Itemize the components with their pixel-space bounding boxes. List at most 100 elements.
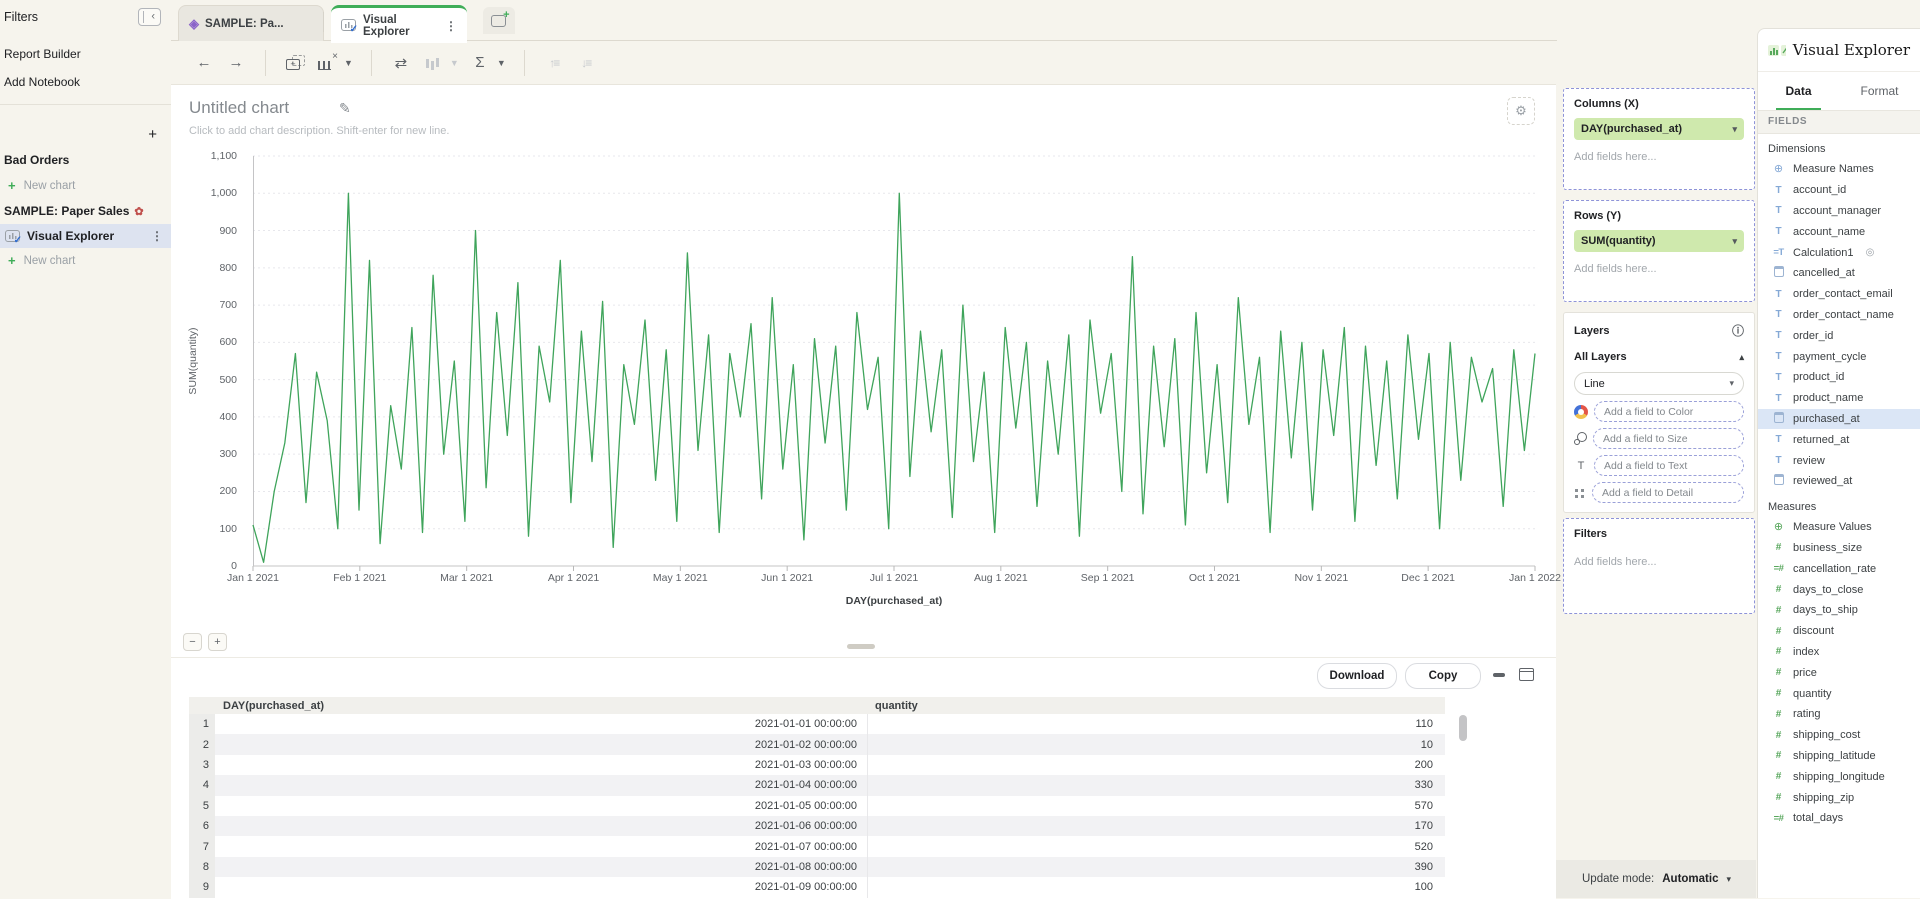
rows-shelf[interactable]: Rows (Y) SUM(quantity) ▾ Add fields here… <box>1563 200 1755 302</box>
dimension-field-item[interactable]: order_id <box>1758 325 1920 346</box>
measure-field-item[interactable]: discount <box>1758 621 1920 642</box>
edit-title-icon[interactable]: ✎ <box>339 100 351 117</box>
add-field-to-size[interactable]: Add a field to Size <box>1593 428 1744 449</box>
dimension-field-item[interactable]: account_id <box>1758 180 1920 201</box>
zoom-in-button[interactable]: + <box>208 633 227 651</box>
measure-field-item[interactable]: shipping_zip <box>1758 787 1920 808</box>
filters-shelf[interactable]: Filters Add fields here... <box>1563 518 1755 614</box>
chart-title[interactable]: Untitled chart <box>189 98 289 118</box>
dimension-field-item[interactable]: account_manager <box>1758 201 1920 222</box>
size-target-row: Add a field to Size <box>1574 428 1744 449</box>
back-icon[interactable]: ← <box>193 52 215 74</box>
measure-field-item[interactable]: days_to_ship <box>1758 600 1920 621</box>
sidebar-new-chart-button[interactable]: + New chart <box>0 173 171 198</box>
measure-field-item[interactable]: days_to_close <box>1758 579 1920 600</box>
add-field-to-detail[interactable]: Add a field to Detail <box>1592 482 1744 503</box>
chevron-down-icon[interactable]: ▼ <box>497 58 506 68</box>
collapse-sidebar-icon[interactable] <box>138 8 161 26</box>
dimension-field-item[interactable]: account_name <box>1758 221 1920 242</box>
sidebar-item-visual-explorer[interactable]: Visual Explorer ⋮ <box>0 224 171 248</box>
kebab-menu-icon[interactable]: ⋮ <box>445 19 457 33</box>
measures-label: Measures <box>1758 492 1920 517</box>
columns-field-pill[interactable]: DAY(purchased_at) ▾ <box>1574 118 1744 140</box>
measure-field-item[interactable]: total_days <box>1758 808 1920 829</box>
text-icon <box>1771 205 1786 216</box>
info-icon[interactable]: ⓘ <box>1732 322 1744 339</box>
sidebar-item-report-builder[interactable]: Report Builder <box>0 40 171 68</box>
add-field-to-color[interactable]: Add a field to Color <box>1594 401 1744 422</box>
measure-field-item[interactable]: price <box>1758 662 1920 683</box>
sidebar-new-chart-button-2[interactable]: + New chart <box>0 248 171 273</box>
zoom-out-button[interactable]: − <box>183 633 202 651</box>
calc-number-icon <box>1771 563 1786 574</box>
columns-shelf-placeholder[interactable]: Add fields here... <box>1574 151 1744 163</box>
table-row: 9 2021-01-09 00:00:00 100 <box>189 877 1445 897</box>
x-tick-label: Sep 1 2021 <box>1081 572 1135 584</box>
chart-settings-button[interactable]: ⚙ <box>1507 97 1535 125</box>
sum-aggregation-icon[interactable]: Σ <box>469 52 491 74</box>
rows-shelf-placeholder[interactable]: Add fields here... <box>1574 263 1744 275</box>
filters-shelf-placeholder[interactable]: Add fields here... <box>1574 556 1744 568</box>
dimension-field-item[interactable]: Calculation1 <box>1758 242 1920 263</box>
all-layers-row[interactable]: All Layers ▴ <box>1574 351 1744 363</box>
measure-field-item[interactable]: shipping_cost <box>1758 725 1920 746</box>
chevron-down-icon[interactable]: ▾ <box>1732 236 1737 247</box>
dimension-field-item[interactable]: Measure Names <box>1758 159 1920 180</box>
dimension-field-item[interactable]: product_id <box>1758 367 1920 388</box>
remove-chart-icon[interactable] <box>316 52 338 74</box>
measure-field-item[interactable]: shipping_longitude <box>1758 766 1920 787</box>
measure-field-item[interactable]: cancellation_rate <box>1758 558 1920 579</box>
measure-field-item[interactable]: rating <box>1758 704 1920 725</box>
expand-table-icon[interactable] <box>1519 668 1534 681</box>
sidebar-project-bad-orders[interactable]: Bad Orders <box>0 147 171 173</box>
row-number: 8 <box>189 857 215 877</box>
panel-resize-handle[interactable] <box>847 644 875 649</box>
chevron-down-icon[interactable]: ▾ <box>1726 874 1731 885</box>
tab-format[interactable]: Format <box>1839 72 1920 110</box>
chevron-down-icon[interactable]: ▾ <box>1732 124 1737 135</box>
measure-field-item[interactable]: index <box>1758 642 1920 663</box>
update-mode-value[interactable]: Automatic <box>1662 873 1718 885</box>
duplicate-chart-icon[interactable] <box>284 52 306 74</box>
measure-field-item[interactable]: business_size <box>1758 538 1920 559</box>
dimension-field-item[interactable]: returned_at <box>1758 429 1920 450</box>
y-tick-label: 600 <box>219 336 237 348</box>
add-project-button[interactable]: + <box>148 126 157 143</box>
tab-data[interactable]: Data <box>1758 72 1839 110</box>
new-chart-tab-button[interactable] <box>483 7 515 34</box>
forward-icon[interactable]: → <box>225 52 247 74</box>
color-target-row: Add a field to Color <box>1574 401 1744 422</box>
x-tick-label: May 1 2021 <box>653 572 708 584</box>
sidebar-project-paper-sales[interactable]: SAMPLE: Paper Sales ✿ <box>0 198 171 224</box>
sidebar-item-add-notebook[interactable]: Add Notebook <box>0 68 171 96</box>
tab-sample-paper-sales[interactable]: ◈ SAMPLE: Pa... <box>178 5 324 41</box>
measure-field-item[interactable]: quantity <box>1758 683 1920 704</box>
tab-visual-explorer[interactable]: Visual Explorer ⋮ <box>331 5 467 43</box>
dimension-field-item[interactable]: reviewed_at <box>1758 471 1920 492</box>
download-button[interactable]: Download <box>1317 663 1397 689</box>
columns-shelf[interactable]: Columns (X) DAY(purchased_at) ▾ Add fiel… <box>1563 88 1755 190</box>
histogram-bins-icon[interactable] <box>422 52 444 74</box>
copy-button[interactable]: Copy <box>1405 663 1481 689</box>
chart-plot-area[interactable] <box>253 156 1535 566</box>
kebab-menu-icon[interactable]: ⋮ <box>151 229 167 243</box>
dimension-field-item[interactable]: payment_cycle <box>1758 346 1920 367</box>
measure-field-item[interactable]: shipping_latitude <box>1758 746 1920 767</box>
dimension-field-item[interactable]: purchased_at <box>1758 409 1920 430</box>
dimension-field-item[interactable]: order_contact_name <box>1758 305 1920 326</box>
add-field-to-text[interactable]: Add a field to Text <box>1594 455 1744 476</box>
dimension-field-item[interactable]: review <box>1758 450 1920 471</box>
quantity-cell: 520 <box>867 836 1445 856</box>
dimension-field-item[interactable]: cancelled_at <box>1758 263 1920 284</box>
rows-field-pill[interactable]: SUM(quantity) ▾ <box>1574 230 1744 252</box>
dimension-field-item[interactable]: order_contact_email <box>1758 284 1920 305</box>
chevron-down-icon[interactable]: ▼ <box>344 58 353 68</box>
measure-field-item[interactable]: Measure Values <box>1758 517 1920 538</box>
swap-axes-icon[interactable]: ⇄ <box>390 52 412 74</box>
table-scrollbar[interactable] <box>1459 715 1467 741</box>
dimension-field-item[interactable]: product_name <box>1758 388 1920 409</box>
mark-type-select[interactable]: Line ▾ <box>1574 372 1744 395</box>
chevron-up-icon[interactable]: ▴ <box>1739 352 1744 363</box>
chart-description-placeholder[interactable]: Click to add chart description. Shift-en… <box>189 125 449 137</box>
collapse-table-icon[interactable] <box>1493 673 1505 677</box>
